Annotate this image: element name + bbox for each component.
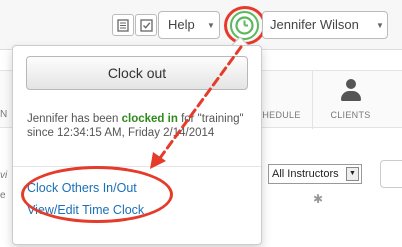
chevron-down-icon: ▼ [207,21,215,30]
annotation-circle-clock [224,6,266,45]
annotation-circle-links [21,166,173,223]
notes-icon[interactable] [112,14,134,36]
help-button[interactable]: Help ▼ [158,11,220,39]
gear-icon[interactable]: ✱ [313,192,323,206]
chevron-down-icon: ▼ [376,21,384,30]
instructor-select-value: All Instructors [272,168,339,180]
status-highlight: clocked in [121,113,178,125]
dropdown-arrow-icon: ▼ [346,167,359,181]
user-name-label: Jennifer Wilson [270,17,359,32]
left-edge-fragment: e [0,190,6,201]
user-menu-button[interactable]: Jennifer Wilson ▼ [262,11,388,39]
nav-item-clients[interactable]: CLIENTS [312,71,388,129]
clock-out-button[interactable]: Clock out [26,56,248,90]
help-button-label: Help [168,17,195,32]
task-checkbox-icon[interactable] [135,14,157,36]
nav-item-label: CLIENTS [330,110,371,120]
time-clock-dropdown: Clock out Jennifer has been clocked in f… [12,45,262,245]
left-edge-fragment: N [0,109,8,120]
dropdown-divider [13,166,261,167]
instructor-select[interactable]: All Instructors ▼ [268,164,362,184]
person-icon [340,79,362,103]
left-edge-fragment: vi [0,170,8,181]
partial-button[interactable] [380,160,402,188]
top-header-bar: Help ▼ Jennifer Wilson ▼ [0,0,402,50]
status-prefix: Jennifer has been [27,113,122,125]
clock-status-text: Jennifer has been clocked in for "traini… [27,112,255,140]
